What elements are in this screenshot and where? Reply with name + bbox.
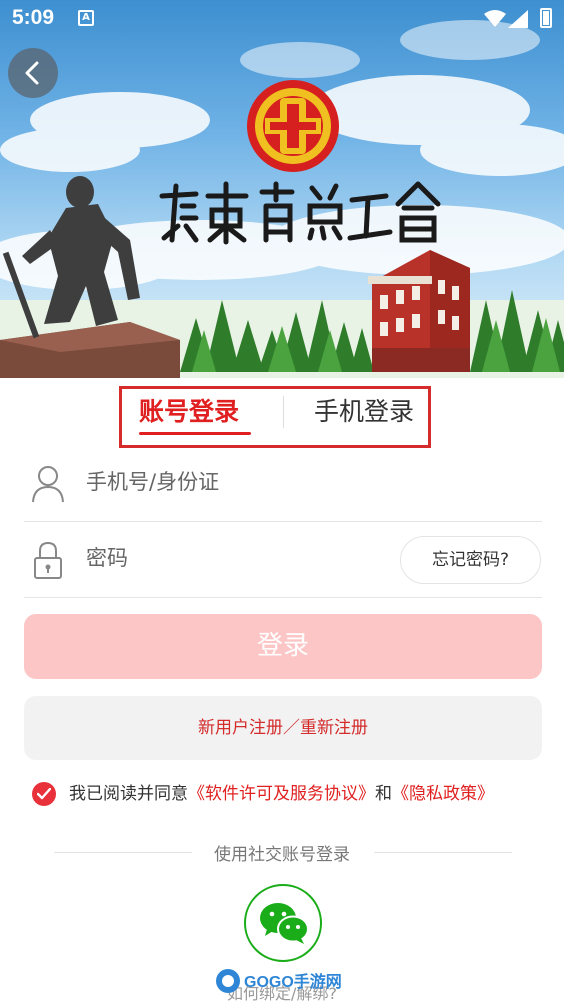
hero-banner: 5:09 A bbox=[0, 0, 564, 378]
chevron-left-icon bbox=[25, 61, 39, 85]
lock-icon bbox=[34, 541, 62, 579]
back-button[interactable] bbox=[8, 48, 58, 98]
status-bar: 5:09 A bbox=[0, 0, 564, 38]
tab-phone-login[interactable]: 手机登录 bbox=[314, 392, 414, 432]
password-input[interactable] bbox=[86, 536, 386, 580]
agreement-prefix: 我已阅读并同意 bbox=[69, 784, 188, 804]
notification-icon: A bbox=[78, 10, 94, 26]
account-field bbox=[24, 446, 542, 522]
signal-icon bbox=[508, 10, 528, 28]
agreement-and: 和 bbox=[375, 784, 392, 804]
divider-line-right bbox=[374, 852, 512, 853]
agreement-checkbox[interactable] bbox=[32, 782, 56, 806]
agreement-text: 我已阅读并同意《软件许可及服务协议》和《隐私政策》 bbox=[69, 781, 494, 807]
privacy-policy-link[interactable]: 《隐私政策》 bbox=[392, 784, 494, 804]
license-agreement-link[interactable]: 《软件许可及服务协议》 bbox=[188, 784, 375, 804]
checkmark-icon bbox=[37, 788, 51, 800]
wifi-icon bbox=[484, 10, 506, 27]
banner-illustration bbox=[0, 20, 564, 378]
tab-account-login[interactable]: 账号登录 bbox=[139, 392, 239, 432]
wechat-icon bbox=[260, 903, 309, 944]
tab-divider bbox=[283, 396, 284, 428]
register-button[interactable]: 新用户注册／重新注册 bbox=[24, 696, 542, 760]
battery-icon bbox=[540, 8, 552, 28]
user-icon bbox=[32, 466, 64, 503]
active-tab-indicator bbox=[139, 432, 251, 435]
forgot-password-button[interactable]: 忘记密码? bbox=[400, 536, 541, 584]
watermark-text: GOGO手游网 bbox=[244, 972, 342, 991]
login-button[interactable]: 登录 bbox=[24, 614, 542, 679]
wechat-login-button[interactable] bbox=[244, 884, 322, 962]
account-input[interactable] bbox=[86, 460, 386, 504]
gogo-watermark-logo: GOGO手游网 bbox=[216, 969, 342, 993]
status-time: 5:09 bbox=[12, 6, 55, 29]
union-emblem-logo bbox=[247, 80, 339, 172]
